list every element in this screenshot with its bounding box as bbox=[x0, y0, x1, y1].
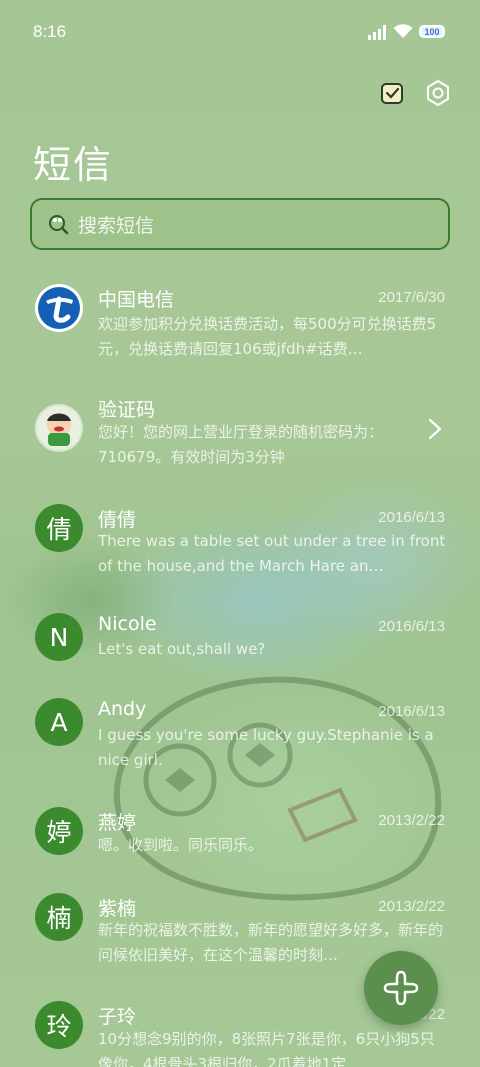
conversation-snippet: 您好！您的网上营业厅登录的随机密码为：710679。有效时间为3分钟 bbox=[98, 423, 384, 466]
contact-avatar: 婷 bbox=[35, 807, 83, 855]
wifi-icon bbox=[393, 24, 413, 38]
contact-avatar: 玲 bbox=[35, 1001, 83, 1049]
china-telecom-logo-avatar bbox=[35, 284, 83, 332]
conversation-name: 子玲 bbox=[98, 1006, 137, 1028]
scheduled-check-button[interactable] bbox=[377, 78, 407, 108]
contact-avatar: 倩 bbox=[35, 504, 83, 552]
conversation-name: 紫楠 bbox=[98, 898, 137, 920]
conversation-name: 中国电信 bbox=[98, 289, 175, 311]
settings-button[interactable] bbox=[423, 78, 453, 108]
conversation-row[interactable]: A Andy 2016/6/13 I guess you're some luc… bbox=[0, 698, 480, 778]
status-time: 8:16 bbox=[33, 22, 67, 41]
contact-avatar: 楠 bbox=[35, 893, 83, 941]
conversation-date: 2016/6/13 bbox=[378, 509, 445, 526]
contact-avatar: A bbox=[35, 698, 83, 746]
status-bar: 8:16 100 bbox=[0, 0, 480, 68]
cellular-signal-icon bbox=[368, 25, 386, 40]
battery-level: 100 bbox=[424, 26, 440, 37]
cartoon-avatar bbox=[35, 404, 83, 452]
checkbox-calendar-icon bbox=[381, 83, 403, 104]
conversation-name: Nicole bbox=[98, 613, 157, 635]
conversation-date: 2013/2/22 bbox=[378, 898, 445, 915]
conversation-name: Andy bbox=[98, 698, 147, 720]
conversation-row[interactable]: 倩 倩倩 2016/6/13 There was a table set out… bbox=[0, 504, 480, 584]
search-input[interactable]: 搜索短信 bbox=[78, 211, 154, 238]
conversation-row[interactable]: 验证码 您好！您的网上营业厅登录的随机密码为：710679。有效时间为3分钟 bbox=[0, 394, 480, 474]
conversation-date: 2016/6/13 bbox=[378, 703, 445, 720]
new-message-button[interactable] bbox=[364, 951, 438, 1025]
conversation-snippet: 欢迎参加积分兑换话费活动，每500分可兑换话费5元，兑换话费请回复106或jfd… bbox=[98, 315, 437, 358]
battery-icon: 100 bbox=[419, 25, 445, 38]
plus-icon bbox=[383, 970, 419, 1006]
conversation-name: 倩倩 bbox=[98, 509, 137, 531]
conversation-snippet: Let's eat out,shall we? bbox=[98, 640, 266, 658]
conversation-name: 燕婷 bbox=[98, 812, 137, 834]
conversation-date: 2017/6/30 bbox=[378, 289, 445, 306]
conversation-snippet: There was a table set out under a tree i… bbox=[98, 532, 446, 575]
conversation-snippet: I guess you're some lucky guy.Stephanie … bbox=[98, 726, 434, 769]
chevron-right-icon[interactable] bbox=[428, 418, 442, 440]
gear-icon bbox=[427, 79, 449, 107]
conversation-date: 2013/2/22 bbox=[378, 812, 445, 829]
conversation-row[interactable]: 中国电信 2017/6/30 欢迎参加积分兑换话费活动，每500分可兑换话费5元… bbox=[0, 284, 480, 364]
conversation-snippet: 10分想念9别的你，8张照片7张是你，6只小狗5只像你，4根骨头3根归你，2爪着… bbox=[98, 1030, 435, 1067]
page-title: 短信 bbox=[33, 143, 114, 187]
contact-avatar: N bbox=[35, 613, 83, 661]
conversation-snippet: 嗯。收到啦。同乐同乐。 bbox=[98, 836, 264, 854]
conversation-date: 2016/6/13 bbox=[378, 618, 445, 635]
china-telecom-logo-icon bbox=[38, 287, 80, 329]
conversation-row[interactable]: N Nicole 2016/6/13 Let's eat out,shall w… bbox=[0, 613, 480, 673]
conversation-row[interactable]: 婷 燕婷 2013/2/22 嗯。收到啦。同乐同乐。 bbox=[0, 807, 480, 867]
frog-search-icon bbox=[49, 215, 69, 235]
cartoon-boy-icon bbox=[37, 406, 81, 450]
search-bar[interactable]: 搜索短信 bbox=[30, 198, 450, 250]
conversation-name: 验证码 bbox=[98, 399, 156, 421]
